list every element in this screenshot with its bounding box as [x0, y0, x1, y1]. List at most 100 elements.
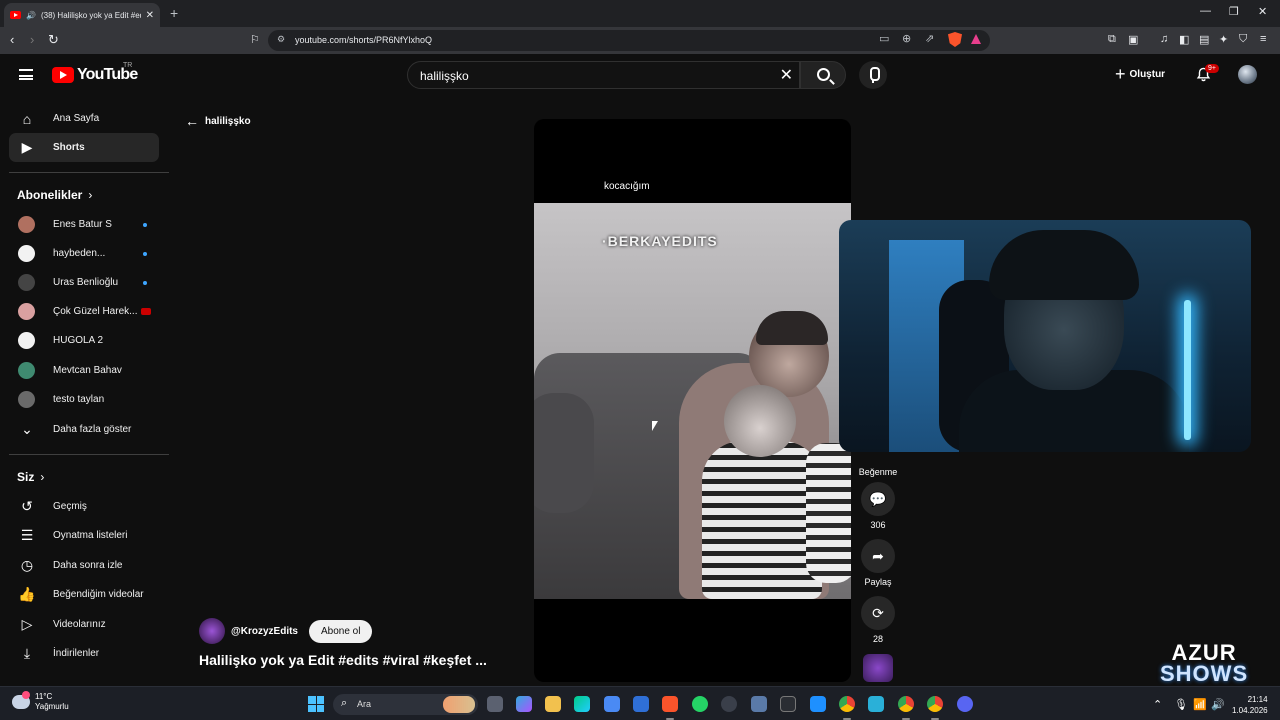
share-icon[interactable]: ➦	[861, 539, 895, 573]
channel-name[interactable]: @KrozyzEdits	[231, 626, 298, 637]
channel-avatar[interactable]	[199, 618, 225, 644]
subscribe-button[interactable]: Abone ol	[308, 619, 373, 643]
back-arrow-icon[interactable]: ‹	[10, 32, 14, 47]
notification-badge: 9+	[1205, 64, 1219, 73]
video-frame[interactable]: ·BERKAYEDITS	[534, 203, 851, 599]
show-more-button[interactable]: ⌄ Daha fazla göster	[9, 415, 159, 444]
you-heading[interactable]: Siz ›	[17, 470, 44, 484]
store-icon[interactable]	[604, 696, 620, 712]
subscription-item[interactable]: Enes Batur S	[9, 210, 159, 239]
media-icon[interactable]: ♫	[1160, 33, 1168, 45]
bookmark-icon[interactable]: ⚐	[250, 33, 260, 46]
file-explorer-icon[interactable]	[545, 696, 561, 712]
comments-action[interactable]: 💬 306	[858, 482, 898, 530]
sidebar-item-watch-later[interactable]: ◷ Daha sonra izle	[9, 551, 159, 580]
terminal-icon[interactable]	[780, 696, 796, 712]
forward-arrow-icon[interactable]: ›	[30, 32, 34, 47]
brave-rewards-icon[interactable]	[970, 33, 982, 45]
youtube-logo[interactable]: YouTube TR	[52, 62, 138, 84]
reader-icon[interactable]: ▣	[1128, 33, 1138, 46]
chrome-icon[interactable]	[898, 696, 914, 712]
playlists-icon: ☰	[20, 527, 34, 543]
temperature: 11°C	[35, 692, 53, 701]
extensions-icon[interactable]: ⧉	[1108, 33, 1116, 46]
search-button[interactable]	[800, 61, 846, 89]
sidebar-toggle-icon[interactable]: ◧	[1179, 33, 1189, 46]
chrome-icon[interactable]	[839, 696, 855, 712]
mail-icon[interactable]	[633, 696, 649, 712]
sidebar-item-playlists[interactable]: ☰ Oynatma listeleri	[9, 521, 159, 550]
speaker-icon[interactable]: 🔊	[26, 11, 36, 20]
widgets-icon[interactable]	[516, 696, 532, 712]
sidebar-item-downloads[interactable]: ⤓ İndirilenler	[9, 639, 159, 668]
chrome-icon[interactable]	[927, 696, 943, 712]
subscription-item[interactable]: haybeden...	[9, 239, 159, 268]
sidebar-item-liked-videos[interactable]: 👍 Beğendiğim videolar	[9, 580, 159, 609]
wifi-icon[interactable]: 📶	[1193, 698, 1207, 711]
app-icon[interactable]	[810, 696, 826, 712]
discord-icon[interactable]	[957, 696, 973, 712]
search-input[interactable]: halilişşko ✕	[407, 61, 800, 89]
volume-icon[interactable]: 🔊	[1211, 698, 1225, 711]
menu-icon[interactable]: ≡	[1260, 33, 1266, 45]
close-tab-icon[interactable]: ✕	[146, 10, 154, 21]
chevron-down-icon: ⌄	[21, 421, 33, 437]
restore-button[interactable]: ❐	[1229, 5, 1239, 18]
brave-taskbar-icon[interactable]	[662, 696, 678, 712]
task-view-icon[interactable]	[487, 696, 503, 712]
sidebar-item-history[interactable]: ↺ Geçmiş	[9, 492, 159, 521]
clock[interactable]: 21:14 1.04.2026	[1232, 694, 1268, 716]
video-title[interactable]: Halilişko yok ya Edit #edits #viral #keş…	[199, 652, 487, 668]
edge-icon[interactable]	[574, 696, 590, 712]
sidebar-item-label: İndirilenler	[53, 648, 100, 659]
sidebar-item-your-videos[interactable]: ▷ Videolarınız	[9, 610, 159, 639]
channel-avatar-small[interactable]	[863, 654, 893, 682]
sidebar-item-label: Oynatma listeleri	[53, 530, 128, 541]
account-avatar[interactable]	[1238, 65, 1257, 84]
close-window-button[interactable]: ✕	[1258, 5, 1267, 18]
comment-icon[interactable]: 💬	[861, 482, 895, 516]
wallet-icon[interactable]: ▤	[1199, 33, 1209, 46]
remix-action[interactable]: ⟳ 28	[858, 596, 898, 644]
new-tab-button[interactable]: +	[170, 5, 178, 21]
back-to-search-link[interactable]: ← halilişşko	[185, 113, 251, 129]
sidebar-item-shorts[interactable]: ▶ Shorts	[9, 133, 159, 162]
youtube-header: YouTube TR halilişşko ✕ + Oluştur 9+	[0, 54, 1280, 96]
site-info-icon[interactable]: ⚙	[277, 34, 285, 45]
create-button[interactable]: + Oluştur	[1115, 65, 1165, 83]
subscriptions-heading[interactable]: Abonelikler ›	[17, 188, 92, 202]
hamburger-menu-icon[interactable]	[19, 69, 33, 80]
subscription-item[interactable]: Mevtcan Bahav	[9, 356, 159, 385]
clear-search-icon[interactable]: ✕	[780, 65, 793, 85]
dislike-action[interactable]: Beğenme	[858, 463, 898, 477]
subscription-item[interactable]: Uras Benlioğlu	[9, 268, 159, 297]
github-icon[interactable]	[721, 696, 737, 712]
weather-widget[interactable]: 11°C Yağmurlu	[12, 691, 69, 712]
install-app-icon[interactable]: ▭	[879, 32, 889, 45]
shorts-player[interactable]: kocacığım ·BERKAYEDITS	[534, 119, 851, 682]
browser-tab[interactable]: 🔊 (38) Halilişko yok ya Edit #edits ✕	[4, 3, 160, 27]
reload-icon[interactable]: ↻	[48, 32, 59, 48]
zoom-icon[interactable]: ⊕	[902, 32, 911, 45]
subscription-item[interactable]: testo taylan	[9, 385, 159, 414]
minimize-button[interactable]: —	[1200, 5, 1211, 17]
subscription-item[interactable]: HUGOLA 2	[9, 326, 159, 355]
taskbar-search[interactable]: ⌕ Ara	[333, 694, 478, 715]
share-action[interactable]: ➦ Paylaş	[858, 539, 898, 587]
vpn-icon[interactable]: ⛉	[1239, 33, 1247, 46]
microphone-icon[interactable]: 🎙	[1174, 698, 1188, 711]
leo-ai-icon[interactable]: ✦	[1219, 33, 1228, 46]
subscription-name: Çok Güzel Harek...	[53, 306, 138, 317]
home-icon: ⌂	[22, 110, 32, 127]
voice-search-button[interactable]	[859, 61, 887, 89]
tray-overflow-icon[interactable]: ⌃	[1153, 698, 1162, 711]
app-icon[interactable]	[751, 696, 767, 712]
stream-logo-line1: AZUR	[1171, 640, 1237, 665]
remix-icon[interactable]: ⟳	[861, 596, 895, 630]
sidebar-item-home[interactable]: ⌂ Ana Sayfa	[9, 104, 159, 133]
notepad-icon[interactable]	[868, 696, 884, 712]
subscription-item[interactable]: Çok Güzel Harek...	[9, 297, 159, 326]
windows-start-icon[interactable]	[308, 696, 324, 712]
share-page-icon[interactable]: ⇗	[925, 32, 934, 45]
whatsapp-icon[interactable]	[692, 696, 708, 712]
